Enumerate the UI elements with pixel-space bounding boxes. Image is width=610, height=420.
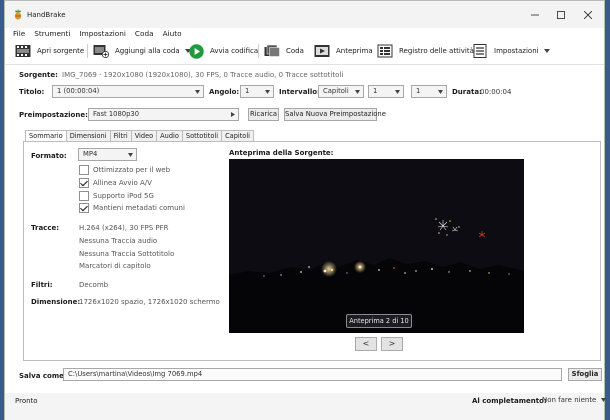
status-text: Pronto	[15, 397, 38, 405]
tab-dimensions[interactable]: Dimensioni	[65, 130, 111, 141]
menu-tools[interactable]: Strumenti	[34, 28, 70, 40]
range-end-select[interactable]: 1	[411, 85, 447, 98]
toolbar-separator	[258, 44, 259, 58]
window-title: HandBrake	[27, 11, 66, 19]
preview-film-icon	[314, 45, 330, 57]
add-to-queue-button[interactable]: Aggiungi alla coda	[93, 43, 191, 59]
presets-menu-button[interactable]: Impostazioni	[472, 43, 550, 59]
duration-label: Durata:	[452, 88, 482, 96]
chevron-down-icon	[128, 153, 133, 157]
activity-log-button[interactable]: Registro delle attività	[377, 43, 474, 59]
preset-label: Preimpostazione:	[19, 111, 88, 119]
when-done-select[interactable]: Non fare niente	[542, 396, 606, 406]
chevron-down-icon	[355, 90, 360, 94]
status-bar: Pronto Al completamento: Non fare niente	[5, 393, 606, 420]
track-chapters: Marcatori di capitolo	[79, 262, 151, 270]
dimensions-label: Dimensione:	[31, 298, 81, 306]
handbrake-window: HandBrake File Strumenti Impostazioni Co…	[4, 0, 606, 420]
web-optimized-checkbox[interactable]	[79, 165, 89, 175]
keep-metadata-label: Mantieni metadati comuni	[93, 204, 185, 212]
track-subtitle: Nessuna Traccia Sottotitolo	[79, 250, 175, 258]
duration-value: 00:00:04	[480, 88, 512, 96]
tab-chapters[interactable]: Capitoli	[221, 130, 255, 141]
tab-audio[interactable]: Audio	[156, 130, 183, 141]
track-audio: Nessuna Traccia audio	[79, 237, 158, 245]
align-av-label: Allinea Avvio A/V	[93, 179, 152, 187]
chevron-down-icon	[195, 90, 200, 94]
tab-filters[interactable]: Filtri	[109, 130, 132, 141]
angle-label: Angolo:	[209, 88, 240, 96]
menu-bar: File Strumenti Impostazioni Coda Aiuto	[5, 28, 604, 40]
range-mode-select[interactable]: Capitoli	[318, 85, 364, 98]
dimensions-value: 1726x1020 spazio, 1726x1020 schermo	[79, 298, 220, 306]
pineapple-app-icon	[14, 9, 22, 20]
tracks-label: Tracce:	[31, 224, 60, 232]
night-fireworks-scene	[229, 159, 524, 333]
source-info: IMG_7069 · 1920x1080 (1920x1080), 30 FPS…	[62, 71, 344, 79]
minimize-button[interactable]	[522, 7, 548, 23]
align-av-checkbox[interactable]	[79, 178, 89, 188]
next-preview-button[interactable]: >	[381, 337, 403, 351]
maximize-icon	[557, 11, 565, 19]
filters-value: Decomb	[79, 281, 109, 289]
close-button[interactable]	[575, 7, 601, 23]
title-label: Titolo:	[19, 88, 45, 96]
menu-presets[interactable]: Impostazioni	[79, 28, 125, 40]
range-start-select[interactable]: 1	[368, 85, 404, 98]
chevron-down-icon	[438, 90, 443, 94]
settings-tabs: Sommario Dimensioni Filtri Video Audio S…	[25, 130, 255, 142]
tab-video[interactable]: Video	[130, 130, 158, 141]
when-done-label: Al completamento:	[472, 397, 547, 405]
preset-selector[interactable]: Fast 1080p30	[88, 108, 239, 121]
add-film-icon	[93, 45, 109, 58]
toolbar: Apri sorgente Aggiungi alla coda Avvia c…	[5, 41, 604, 61]
source-label: Sorgente:	[19, 71, 58, 79]
play-icon	[189, 43, 204, 59]
preview-label: Anteprima della Sorgente:	[229, 149, 334, 157]
start-encode-button[interactable]: Avvia codifica	[189, 43, 258, 59]
preview-counter-badge: Anteprima 2 di 10	[346, 314, 412, 328]
toolbar-divider	[5, 64, 604, 65]
previous-preview-button[interactable]: <	[355, 337, 377, 351]
format-select[interactable]: MP4	[78, 148, 137, 161]
source-preview-image	[229, 159, 524, 333]
browse-button[interactable]: Sfoglia	[568, 368, 602, 381]
activity-log-icon	[377, 44, 393, 58]
tab-subtitles[interactable]: Sottotitoli	[181, 130, 223, 141]
minimize-icon	[531, 14, 539, 16]
chevron-down-icon	[600, 398, 606, 402]
chevron-down-icon	[543, 49, 550, 53]
queue-button[interactable]: Coda	[264, 43, 304, 59]
chevron-down-icon	[395, 90, 400, 94]
menu-queue[interactable]: Coda	[135, 28, 154, 40]
title-select[interactable]: 1 (00:00:04)	[52, 85, 204, 98]
save-as-label: Salva come:	[19, 372, 67, 380]
menu-file[interactable]: File	[13, 28, 25, 40]
open-source-button[interactable]: Apri sorgente	[15, 43, 84, 59]
format-label: Formato:	[31, 152, 67, 160]
ipod-support-label: Supporto iPod 5G	[93, 192, 154, 200]
web-optimized-label: Ottimizzato per il web	[93, 166, 171, 174]
ipod-support-checkbox[interactable]	[79, 191, 89, 201]
save-path-input[interactable]: C:\Users\martina\Videos\Img 7069.mp4	[63, 368, 562, 381]
title-bar: HandBrake	[5, 1, 604, 28]
reload-preset-button[interactable]: Ricarica	[248, 108, 279, 121]
filters-label: Filtri:	[31, 281, 53, 289]
track-video: H.264 (x264), 30 FPS PFR	[79, 224, 169, 232]
maximize-button[interactable]	[548, 7, 574, 23]
film-strip-icon	[15, 45, 31, 57]
keep-metadata-checkbox[interactable]	[79, 203, 89, 213]
toolbar-separator	[87, 44, 88, 58]
presets-list-icon	[473, 44, 487, 58]
queue-icon	[264, 44, 280, 57]
preview-button[interactable]: Anteprima	[314, 43, 373, 59]
chevron-right-icon	[231, 112, 235, 117]
save-new-preset-button[interactable]: Salva Nuova Preimpostazione	[284, 108, 386, 121]
angle-select[interactable]: 1	[240, 85, 274, 98]
menu-help[interactable]: Aiuto	[163, 28, 182, 40]
close-icon	[584, 11, 592, 19]
chevron-down-icon	[265, 90, 270, 94]
range-label: Intervallo:	[279, 88, 320, 96]
